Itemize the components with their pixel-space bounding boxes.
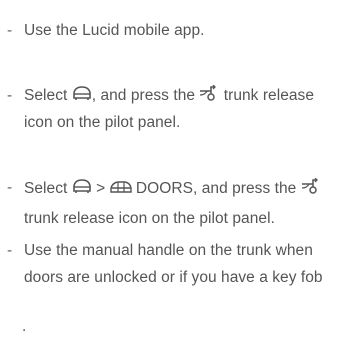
text-segment: DOORS, and press the: [131, 180, 301, 197]
trailing-period: .: [22, 318, 27, 335]
text-segment: , and press the: [91, 87, 200, 104]
bullet-dash: -: [7, 242, 13, 259]
text-segment: Select: [24, 180, 72, 197]
text-segment: Use the manual handle on the trunk when …: [24, 242, 323, 286]
list-item-text: Select , and press the trunk release ico…: [24, 82, 346, 136]
text-segment: >: [91, 180, 110, 197]
list-item-text: Use the manual handle on the trunk when …: [24, 237, 346, 291]
trunk-release-icon: [301, 178, 321, 195]
bullet-dash: -: [7, 22, 13, 39]
trunk-release-icon: [199, 85, 219, 102]
bullet-dash: -: [7, 179, 13, 196]
car-icon: [72, 178, 92, 195]
text-segment: Use the Lucid mobile app.: [24, 22, 205, 39]
car-doors-icon: [109, 180, 132, 195]
car-icon: [72, 85, 92, 102]
list-item-text: Select > DOORS, and press the trunk rele…: [24, 174, 346, 234]
text-segment: trunk release icon on the pilot panel.: [24, 210, 275, 227]
bullet-dash: -: [7, 87, 13, 104]
list-item-text: Use the Lucid mobile app.: [24, 17, 346, 44]
text-segment: Select: [24, 87, 72, 104]
